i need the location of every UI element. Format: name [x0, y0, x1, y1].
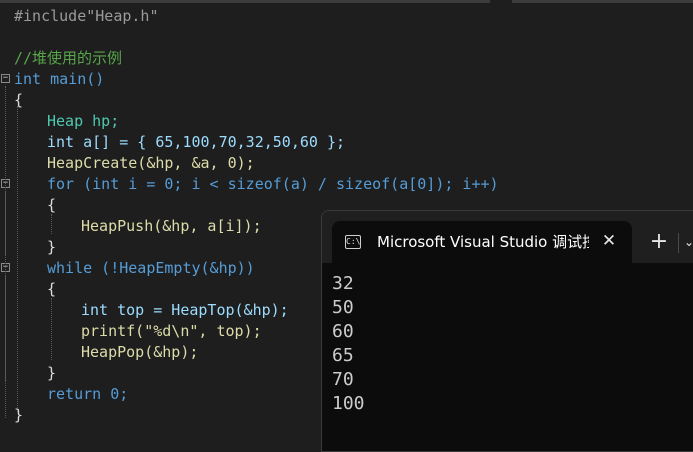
console-app-icon: C:\	[345, 235, 361, 249]
terminal-tab-title: Microsoft Visual Studio 调试控制台	[377, 233, 589, 251]
terminal-tab[interactable]: C:\ Microsoft Visual Studio 调试控制台 ✕	[332, 221, 632, 263]
code-line[interactable]: HeapPop(&hp);	[81, 342, 198, 363]
output-line: 32	[332, 273, 354, 294]
indent-guide	[51, 214, 52, 234]
code-line[interactable]: int top = HeapTop(&hp);	[81, 300, 289, 321]
new-tab-icon[interactable]: +	[648, 231, 670, 253]
code-token: #include"Heap.h"	[14, 7, 159, 25]
code-line[interactable]: Heap hp;	[47, 111, 119, 132]
code-token: int a[] = { 65,100,70,32,50,60 };	[47, 133, 346, 151]
collapse-icon[interactable]: −	[1, 74, 10, 83]
code-line[interactable]: printf("%d\n", top);	[81, 321, 262, 342]
tab-separator	[678, 233, 679, 253]
code-line[interactable]: while (!HeapEmpty(&hp))	[47, 258, 255, 279]
code-token: for (int i = 0; i < sizeof(a) / sizeof(a…	[47, 175, 499, 193]
indent-guide	[17, 106, 18, 412]
editor-tab-strip-left	[0, 0, 490, 3]
debug-console-window[interactable]: C:\ Microsoft Visual Studio 调试控制台 ✕ + ⌄ …	[321, 210, 693, 452]
code-token: HeapPop(&hp);	[81, 343, 199, 361]
code-token: {	[14, 91, 24, 109]
fold-guide	[5, 275, 6, 381]
code-line[interactable]: {	[47, 195, 56, 216]
code-line[interactable]: int a[] = { 65,100,70,32,50,60 };	[47, 132, 345, 153]
code-token: }	[14, 406, 24, 424]
code-token: }	[47, 364, 57, 382]
code-token: return 0;	[47, 385, 129, 403]
output-line: 70	[332, 369, 354, 390]
code-token: }	[47, 238, 57, 256]
output-line: 50	[332, 297, 354, 318]
code-line[interactable]: #include"Heap.h"	[14, 6, 159, 27]
code-line[interactable]: //堆使用的示例	[14, 48, 122, 69]
close-icon[interactable]: ✕	[598, 230, 620, 252]
code-token: int main()	[14, 70, 105, 88]
code-line[interactable]: int main()	[14, 69, 104, 90]
code-token: int top = HeapTop(&hp);	[81, 301, 289, 319]
chevron-down-icon[interactable]: ⌄	[684, 231, 693, 253]
output-line: 65	[332, 345, 354, 366]
editor-gutter	[0, 0, 12, 432]
terminal-output[interactable]: 32 50 60 65 70 100	[332, 272, 365, 416]
indent-guide	[51, 298, 52, 360]
code-line[interactable]: for (int i = 0; i < sizeof(a) / sizeof(a…	[47, 174, 499, 195]
fold-guide	[5, 191, 6, 255]
code-token: Heap hp;	[47, 112, 120, 130]
terminal-tab-bar: C:\ Microsoft Visual Studio 调试控制台 ✕ + ⌄	[322, 211, 693, 263]
code-token: {	[47, 280, 57, 298]
code-line[interactable]: }	[47, 363, 56, 384]
code-token: while (!HeapEmpty(&hp))	[47, 259, 255, 277]
code-token: //堆使用的示例	[14, 49, 123, 67]
output-line: 60	[332, 321, 354, 342]
code-token: printf("%d\n", top);	[81, 322, 262, 340]
code-line[interactable]: {	[47, 279, 56, 300]
code-line[interactable]: }	[14, 405, 23, 426]
code-token: HeapPush(&hp, a[i]);	[81, 217, 262, 235]
output-line: 100	[332, 393, 365, 414]
code-line[interactable]: HeapPush(&hp, a[i]);	[81, 216, 262, 237]
code-token: HeapCreate(&hp, &a, 0);	[47, 154, 255, 172]
code-line[interactable]: return 0;	[47, 384, 128, 405]
code-line[interactable]: {	[14, 90, 23, 111]
code-line[interactable]: }	[47, 237, 56, 258]
code-line[interactable]: HeapCreate(&hp, &a, 0);	[47, 153, 255, 174]
editor-tab-strip-right	[512, 0, 693, 3]
code-token: {	[47, 196, 57, 214]
